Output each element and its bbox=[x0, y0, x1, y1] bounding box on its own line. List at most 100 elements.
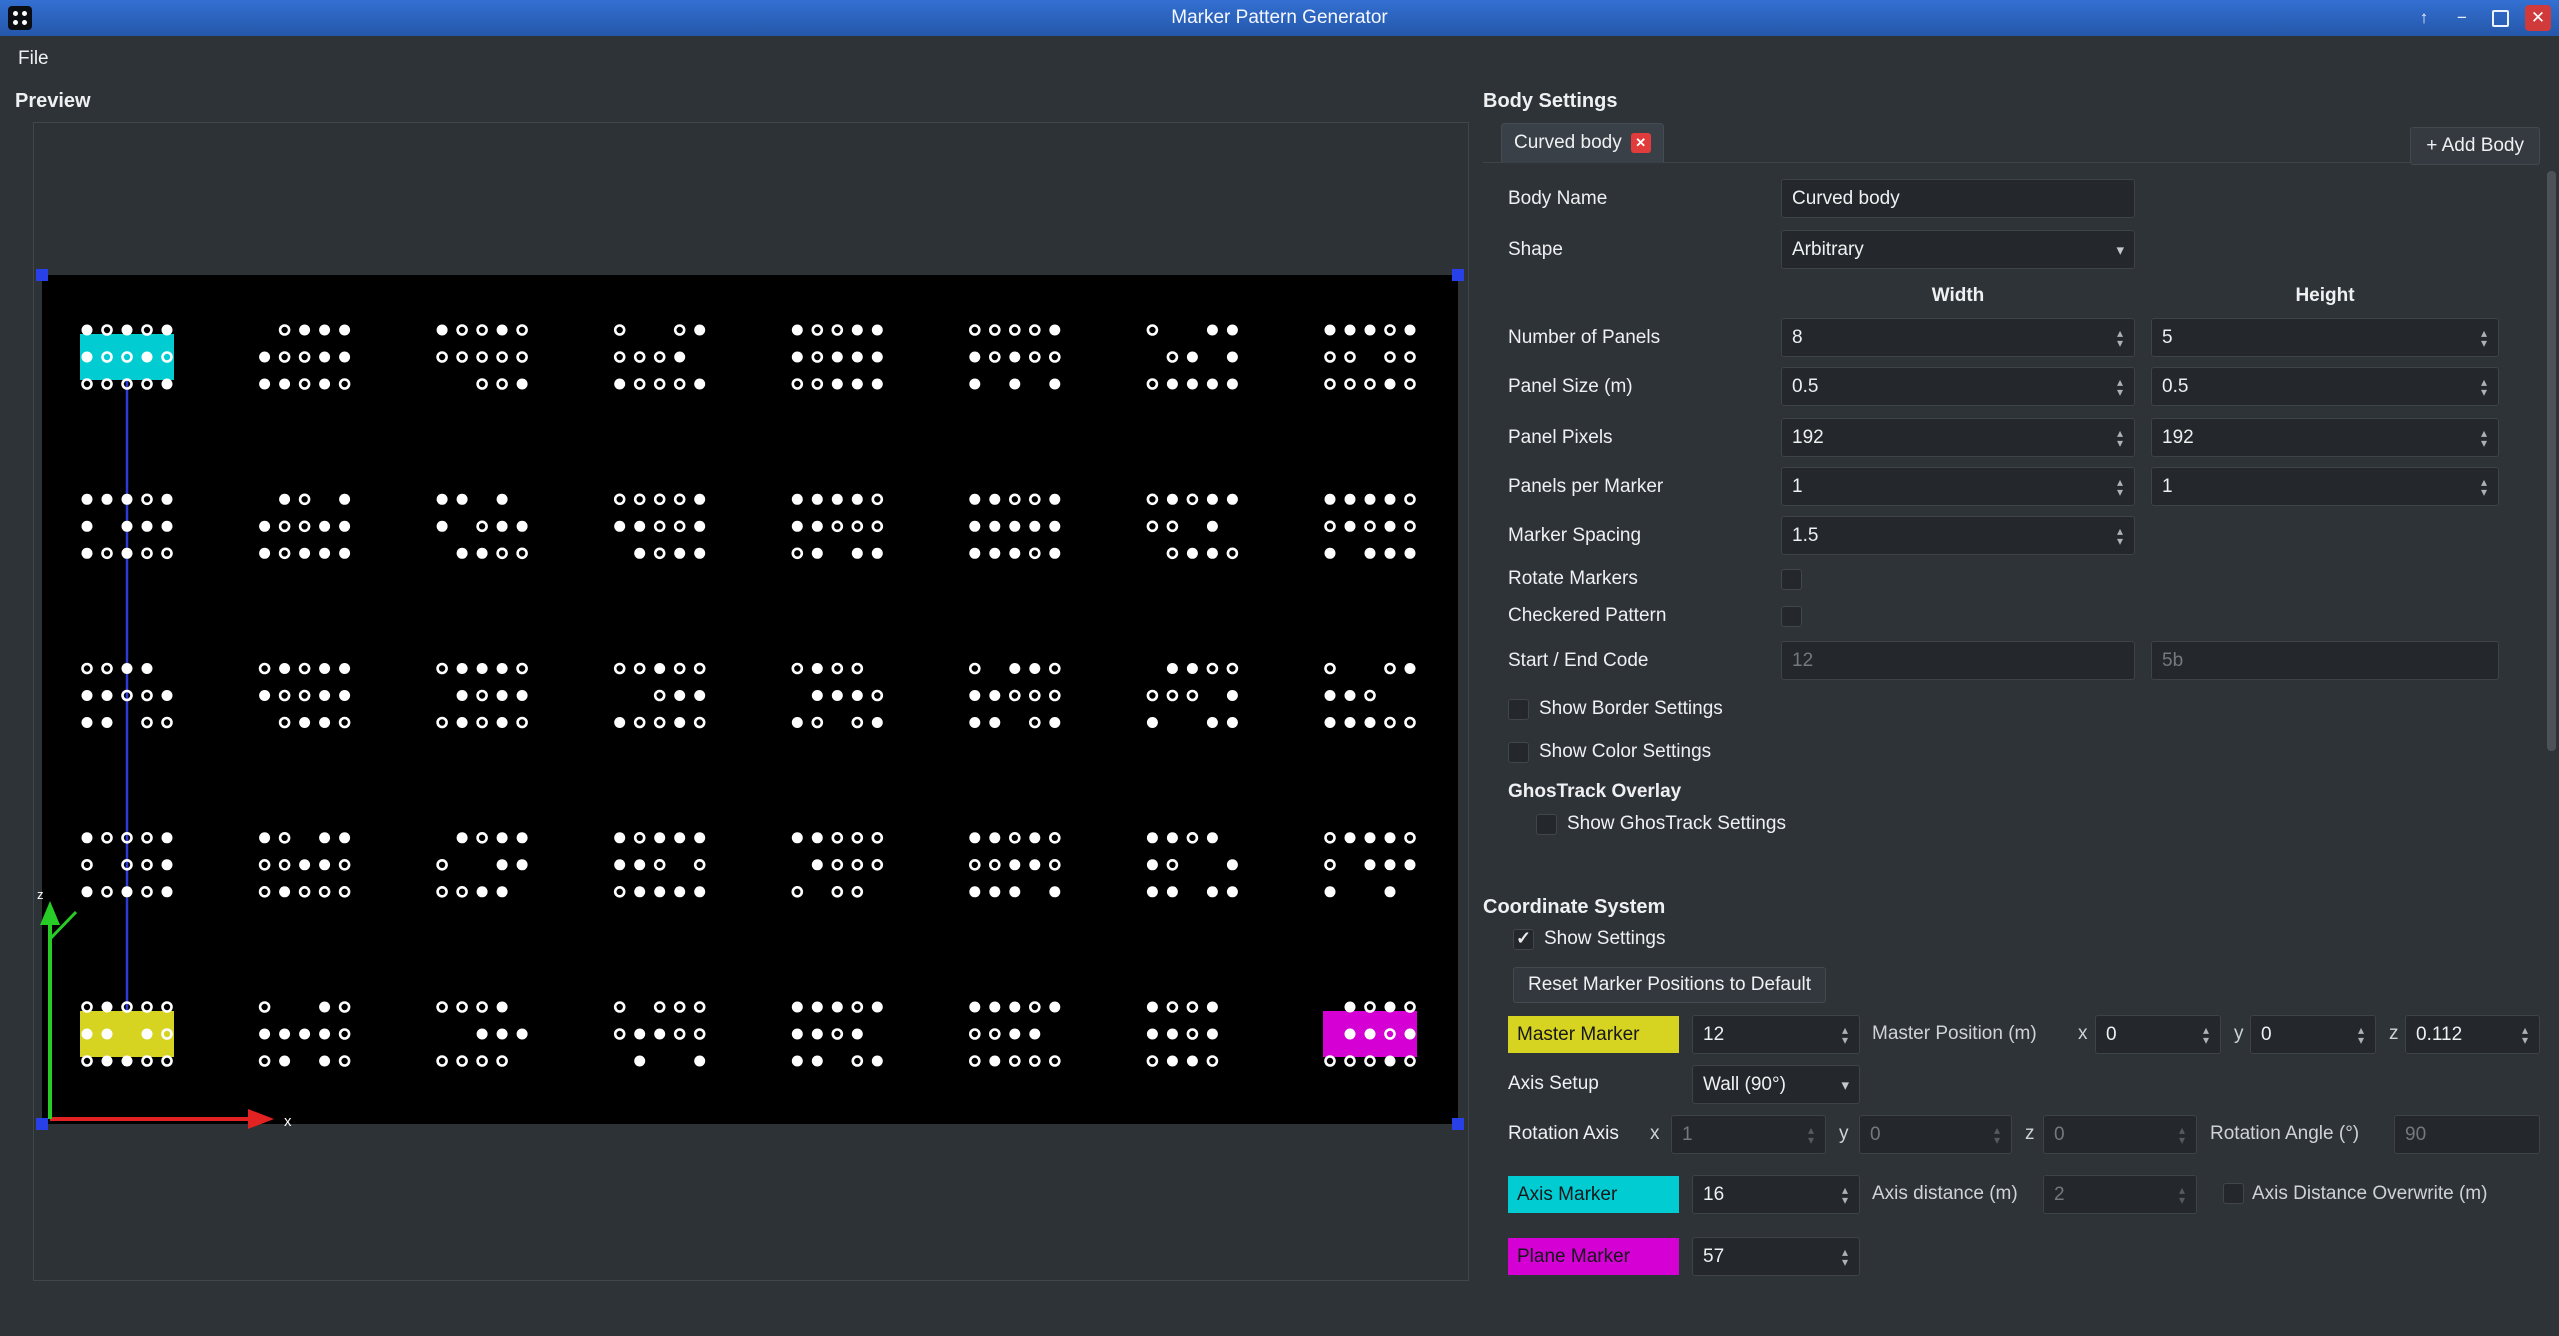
tab-curved-body[interactable]: Curved body ✕ bbox=[1501, 123, 1664, 163]
body-name-input[interactable]: Curved body bbox=[1781, 179, 2135, 218]
marker-spacing-spinbox[interactable]: 1.5 ▴▾ bbox=[1781, 516, 2135, 555]
axis-distance-overwrite-checkbox[interactable] bbox=[2223, 1183, 2244, 1204]
close-icon[interactable]: ✕ bbox=[2525, 5, 2551, 31]
master-position-z-spinbox[interactable]: 0.112 ▴▾ bbox=[2405, 1015, 2540, 1054]
spin-value: 2 bbox=[2054, 1184, 2065, 1206]
spin-down-icon[interactable]: ▾ bbox=[2481, 387, 2487, 397]
spin-down-icon[interactable]: ▾ bbox=[2117, 536, 2123, 546]
rotation-angle-input[interactable]: 90 bbox=[2394, 1115, 2540, 1154]
height-column-header: Height bbox=[2151, 285, 2499, 307]
rotate-markers-checkbox[interactable] bbox=[1781, 569, 1802, 590]
spin-down-icon[interactable]: ▾ bbox=[2117, 387, 2123, 397]
spin-down-icon[interactable]: ▾ bbox=[2203, 1035, 2209, 1045]
panel-pixels-label: Panel Pixels bbox=[1508, 427, 1613, 449]
panel-size-height-spinbox[interactable]: 0.5 ▴▾ bbox=[2151, 367, 2499, 406]
axis-setup-dropdown[interactable]: Wall (90°) ▾ bbox=[1692, 1065, 1860, 1104]
master-z-label: z bbox=[2389, 1023, 2399, 1045]
reset-marker-positions-button[interactable]: Reset Marker Positions to Default bbox=[1513, 967, 1826, 1003]
start-code-input[interactable]: 12 bbox=[1781, 641, 2135, 680]
spin-down-icon[interactable]: ▾ bbox=[2481, 438, 2487, 448]
panel-size-width-spinbox[interactable]: 0.5 ▴▾ bbox=[1781, 367, 2135, 406]
show-border-settings-checkbox[interactable] bbox=[1508, 699, 1529, 720]
spin-down-icon[interactable]: ▾ bbox=[2117, 487, 2123, 497]
spin-down-icon[interactable]: ▾ bbox=[2481, 338, 2487, 348]
tab-close-icon[interactable]: ✕ bbox=[1631, 133, 1651, 153]
add-body-button[interactable]: + Add Body bbox=[2410, 127, 2540, 165]
title-bar[interactable]: Marker Pattern Generator ↑ − ✕ bbox=[0, 0, 2559, 36]
spin-value: 192 bbox=[1792, 427, 1824, 449]
rotation-x-spinbox[interactable]: 1 ▴▾ bbox=[1671, 1115, 1826, 1154]
spin-down-icon[interactable]: ▾ bbox=[2117, 338, 2123, 348]
start-end-code-row: Start / End Code 12 5b bbox=[1483, 641, 2540, 680]
end-code-input[interactable]: 5b bbox=[2151, 641, 2499, 680]
spin-down-icon[interactable]: ▾ bbox=[1842, 1195, 1848, 1205]
spin-value: 1 bbox=[2162, 476, 2173, 498]
plane-marker-label: Plane Marker bbox=[1508, 1238, 1679, 1275]
spin-value: 192 bbox=[2162, 427, 2194, 449]
spin-arrows[interactable]: ▴▾ bbox=[2195, 1018, 2217, 1051]
rotation-y-spinbox[interactable]: 0 ▴▾ bbox=[1859, 1115, 2012, 1154]
plane-marker-id-spinbox[interactable]: 57 ▴▾ bbox=[1692, 1237, 1860, 1276]
marker-preview-canvas[interactable]: xz bbox=[34, 123, 1468, 1280]
spin-arrows[interactable]: ▴▾ bbox=[2473, 470, 2495, 503]
show-color-settings-label: Show Color Settings bbox=[1539, 741, 1711, 763]
keep-above-icon[interactable]: ↑ bbox=[2411, 5, 2437, 31]
spin-arrows: ▴▾ bbox=[1800, 1118, 1822, 1151]
panels-per-marker-height-spinbox[interactable]: 1 ▴▾ bbox=[2151, 467, 2499, 506]
menu-file[interactable]: File bbox=[6, 42, 61, 76]
axis-setup-row: Axis Setup Wall (90°) ▾ bbox=[1483, 1065, 2540, 1103]
minimize-icon[interactable]: − bbox=[2449, 5, 2475, 31]
spin-down-icon[interactable]: ▾ bbox=[2522, 1035, 2528, 1045]
spin-arrows[interactable]: ▴▾ bbox=[2109, 421, 2131, 454]
spin-arrows[interactable]: ▴▾ bbox=[2473, 421, 2495, 454]
axis-distance-label: Axis distance (m) bbox=[1872, 1183, 2018, 1205]
spin-value: 12 bbox=[1703, 1024, 1724, 1046]
panel-pixels-width-spinbox[interactable]: 192 ▴▾ bbox=[1781, 418, 2135, 457]
spin-arrows[interactable]: ▴▾ bbox=[1834, 1178, 1856, 1211]
master-marker-id-spinbox[interactable]: 12 ▴▾ bbox=[1692, 1015, 1860, 1054]
end-code-value: 5b bbox=[2162, 650, 2183, 672]
master-position-y-spinbox[interactable]: 0 ▴▾ bbox=[2250, 1015, 2376, 1054]
shape-dropdown[interactable]: Arbitrary ▾ bbox=[1781, 230, 2135, 269]
spin-down-icon[interactable]: ▾ bbox=[1842, 1035, 1848, 1045]
spin-arrows[interactable]: ▴▾ bbox=[1834, 1018, 1856, 1051]
panel-size-row: Panel Size (m) 0.5 ▴▾ 0.5 ▴▾ bbox=[1483, 367, 2540, 406]
svg-text:z: z bbox=[37, 887, 44, 902]
spin-arrows[interactable]: ▴▾ bbox=[2514, 1018, 2536, 1051]
spin-arrows[interactable]: ▴▾ bbox=[2109, 321, 2131, 354]
marker-spacing-row: Marker Spacing 1.5 ▴▾ bbox=[1483, 516, 2540, 555]
show-color-settings-checkbox[interactable] bbox=[1508, 742, 1529, 763]
show-settings-checkbox[interactable] bbox=[1513, 929, 1534, 950]
spin-arrows[interactable]: ▴▾ bbox=[2473, 321, 2495, 354]
panel-pixels-row: Panel Pixels 192 ▴▾ 192 ▴▾ bbox=[1483, 418, 2540, 457]
preview-panel[interactable]: xz bbox=[33, 122, 1469, 1281]
spin-arrows[interactable]: ▴▾ bbox=[2109, 519, 2131, 552]
rotation-z-label: z bbox=[2025, 1123, 2035, 1145]
scrollbar-thumb[interactable] bbox=[2547, 171, 2556, 751]
spin-arrows[interactable]: ▴▾ bbox=[2109, 470, 2131, 503]
start-end-code-label: Start / End Code bbox=[1508, 650, 1648, 672]
spin-arrows[interactable]: ▴▾ bbox=[2473, 370, 2495, 403]
width-column-header: Width bbox=[1781, 285, 2135, 307]
number-of-panels-height-spinbox[interactable]: 5 ▴▾ bbox=[2151, 318, 2499, 357]
spin-arrows[interactable]: ▴▾ bbox=[1834, 1240, 1856, 1273]
spin-down-icon[interactable]: ▾ bbox=[2117, 438, 2123, 448]
axis-marker-id-spinbox[interactable]: 16 ▴▾ bbox=[1692, 1175, 1860, 1214]
maximize-icon[interactable] bbox=[2487, 5, 2513, 31]
panel-pixels-height-spinbox[interactable]: 192 ▴▾ bbox=[2151, 418, 2499, 457]
spin-down-icon[interactable]: ▾ bbox=[2358, 1035, 2364, 1045]
master-position-x-spinbox[interactable]: 0 ▴▾ bbox=[2095, 1015, 2221, 1054]
spin-value: 0 bbox=[1870, 1124, 1881, 1146]
axis-distance-spinbox[interactable]: 2 ▴▾ bbox=[2043, 1175, 2197, 1214]
spin-arrows[interactable]: ▴▾ bbox=[2350, 1018, 2372, 1051]
checkered-pattern-checkbox[interactable] bbox=[1781, 606, 1802, 627]
show-ghostrack-settings-checkbox[interactable] bbox=[1536, 814, 1557, 835]
number-of-panels-width-spinbox[interactable]: 8 ▴▾ bbox=[1781, 318, 2135, 357]
rotation-z-spinbox[interactable]: 0 ▴▾ bbox=[2043, 1115, 2197, 1154]
spin-down-icon[interactable]: ▾ bbox=[1842, 1257, 1848, 1267]
spin-arrows[interactable]: ▴▾ bbox=[2109, 370, 2131, 403]
svg-text:x: x bbox=[284, 1113, 292, 1130]
preview-title: Preview bbox=[15, 90, 91, 113]
panels-per-marker-width-spinbox[interactable]: 1 ▴▾ bbox=[1781, 467, 2135, 506]
spin-down-icon[interactable]: ▾ bbox=[2481, 487, 2487, 497]
